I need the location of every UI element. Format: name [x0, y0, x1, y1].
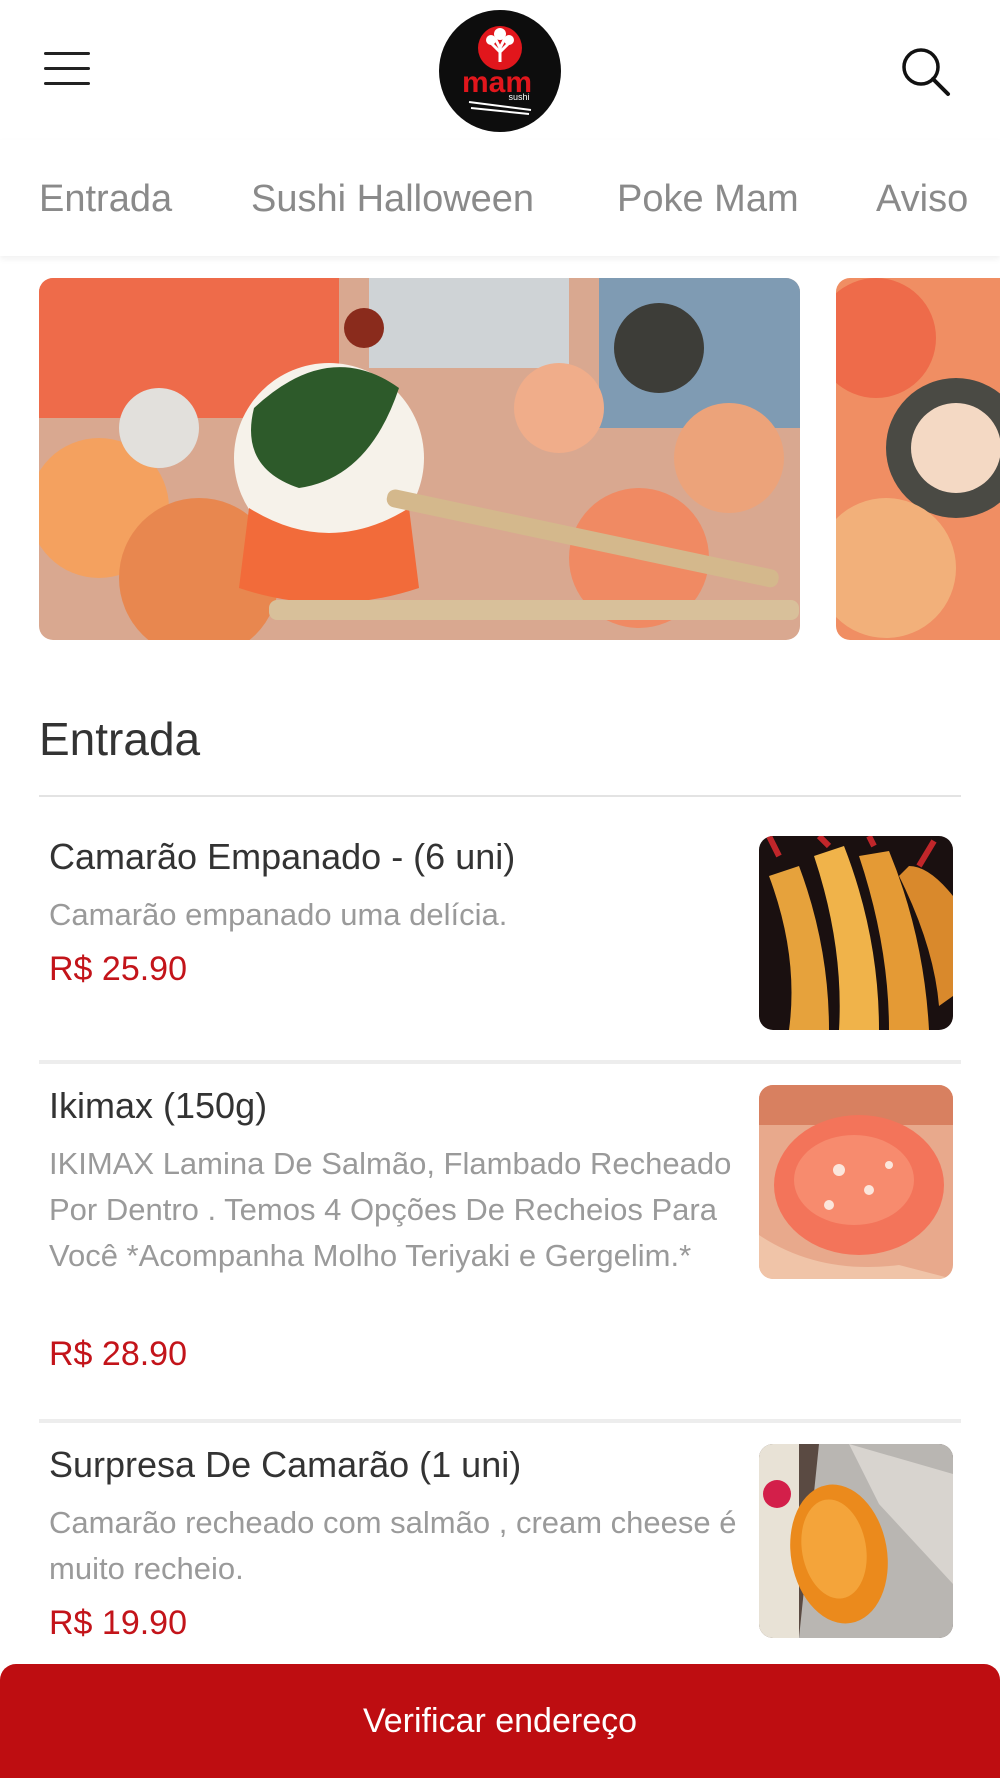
- item-divider: [39, 1419, 961, 1423]
- item-description: IKIMAX Lamina De Salmão, Flambado Rechea…: [49, 1146, 732, 1273]
- item-description: Camarão empanado uma delícia.: [49, 897, 508, 932]
- item-name: Surpresa De Camarão (1 uni): [49, 1444, 522, 1485]
- menu-button[interactable]: [44, 52, 92, 88]
- check-address-button[interactable]: Verificar endereço: [0, 1664, 1000, 1778]
- menu-item[interactable]: Ikimax (150g) IKIMAX Lamina De Salmão, F…: [39, 1085, 961, 1415]
- ikimax-image: [759, 1085, 953, 1279]
- item-price: R$ 19.90: [49, 1604, 187, 1642]
- menu-item[interactable]: Surpresa De Camarão (1 uni) Camarão rech…: [39, 1444, 961, 1644]
- menu-item[interactable]: Camarão Empanado - (6 uni) Camarão empan…: [39, 836, 961, 1036]
- tab-sushi-halloween[interactable]: Sushi Halloween: [251, 178, 534, 221]
- promo-banner-2[interactable]: [836, 278, 1000, 640]
- item-divider: [39, 1060, 961, 1064]
- section-title: Entrada: [39, 713, 201, 765]
- item-description: Camarão recheado com salmão , cream chee…: [49, 1505, 737, 1586]
- item-price: R$ 28.90: [49, 1335, 187, 1373]
- item-name: Camarão Empanado - (6 uni): [49, 836, 516, 877]
- item-image: [759, 1085, 953, 1279]
- sushi-banner-image: [39, 278, 800, 640]
- hamburger-icon: [44, 52, 90, 55]
- tab-entrada[interactable]: Entrada: [39, 178, 172, 221]
- search-button[interactable]: [898, 44, 954, 100]
- tab-poke-mam[interactable]: Poke Mam: [617, 178, 799, 221]
- item-price: R$ 25.90: [49, 950, 187, 988]
- fried-shrimp-image: [759, 836, 953, 1030]
- section-divider: [39, 795, 961, 797]
- sushi-banner-image-2: [836, 278, 1000, 640]
- brand-logo[interactable]: mam sushi: [439, 10, 561, 132]
- category-tabs: Entrada Sushi Halloween Poke Mam Aviso: [0, 140, 1000, 256]
- item-name: Ikimax (150g): [49, 1085, 268, 1126]
- logo-icon: mam sushi: [462, 26, 532, 115]
- surpresa-camarao-image: [759, 1444, 953, 1638]
- item-image: [759, 1444, 953, 1638]
- logo-subtext: sushi: [508, 92, 529, 102]
- app-header: mam sushi: [0, 0, 1000, 140]
- search-icon: [902, 48, 950, 96]
- item-image: [759, 836, 953, 1030]
- promo-banner[interactable]: [39, 278, 800, 640]
- tab-aviso[interactable]: Aviso: [876, 178, 968, 221]
